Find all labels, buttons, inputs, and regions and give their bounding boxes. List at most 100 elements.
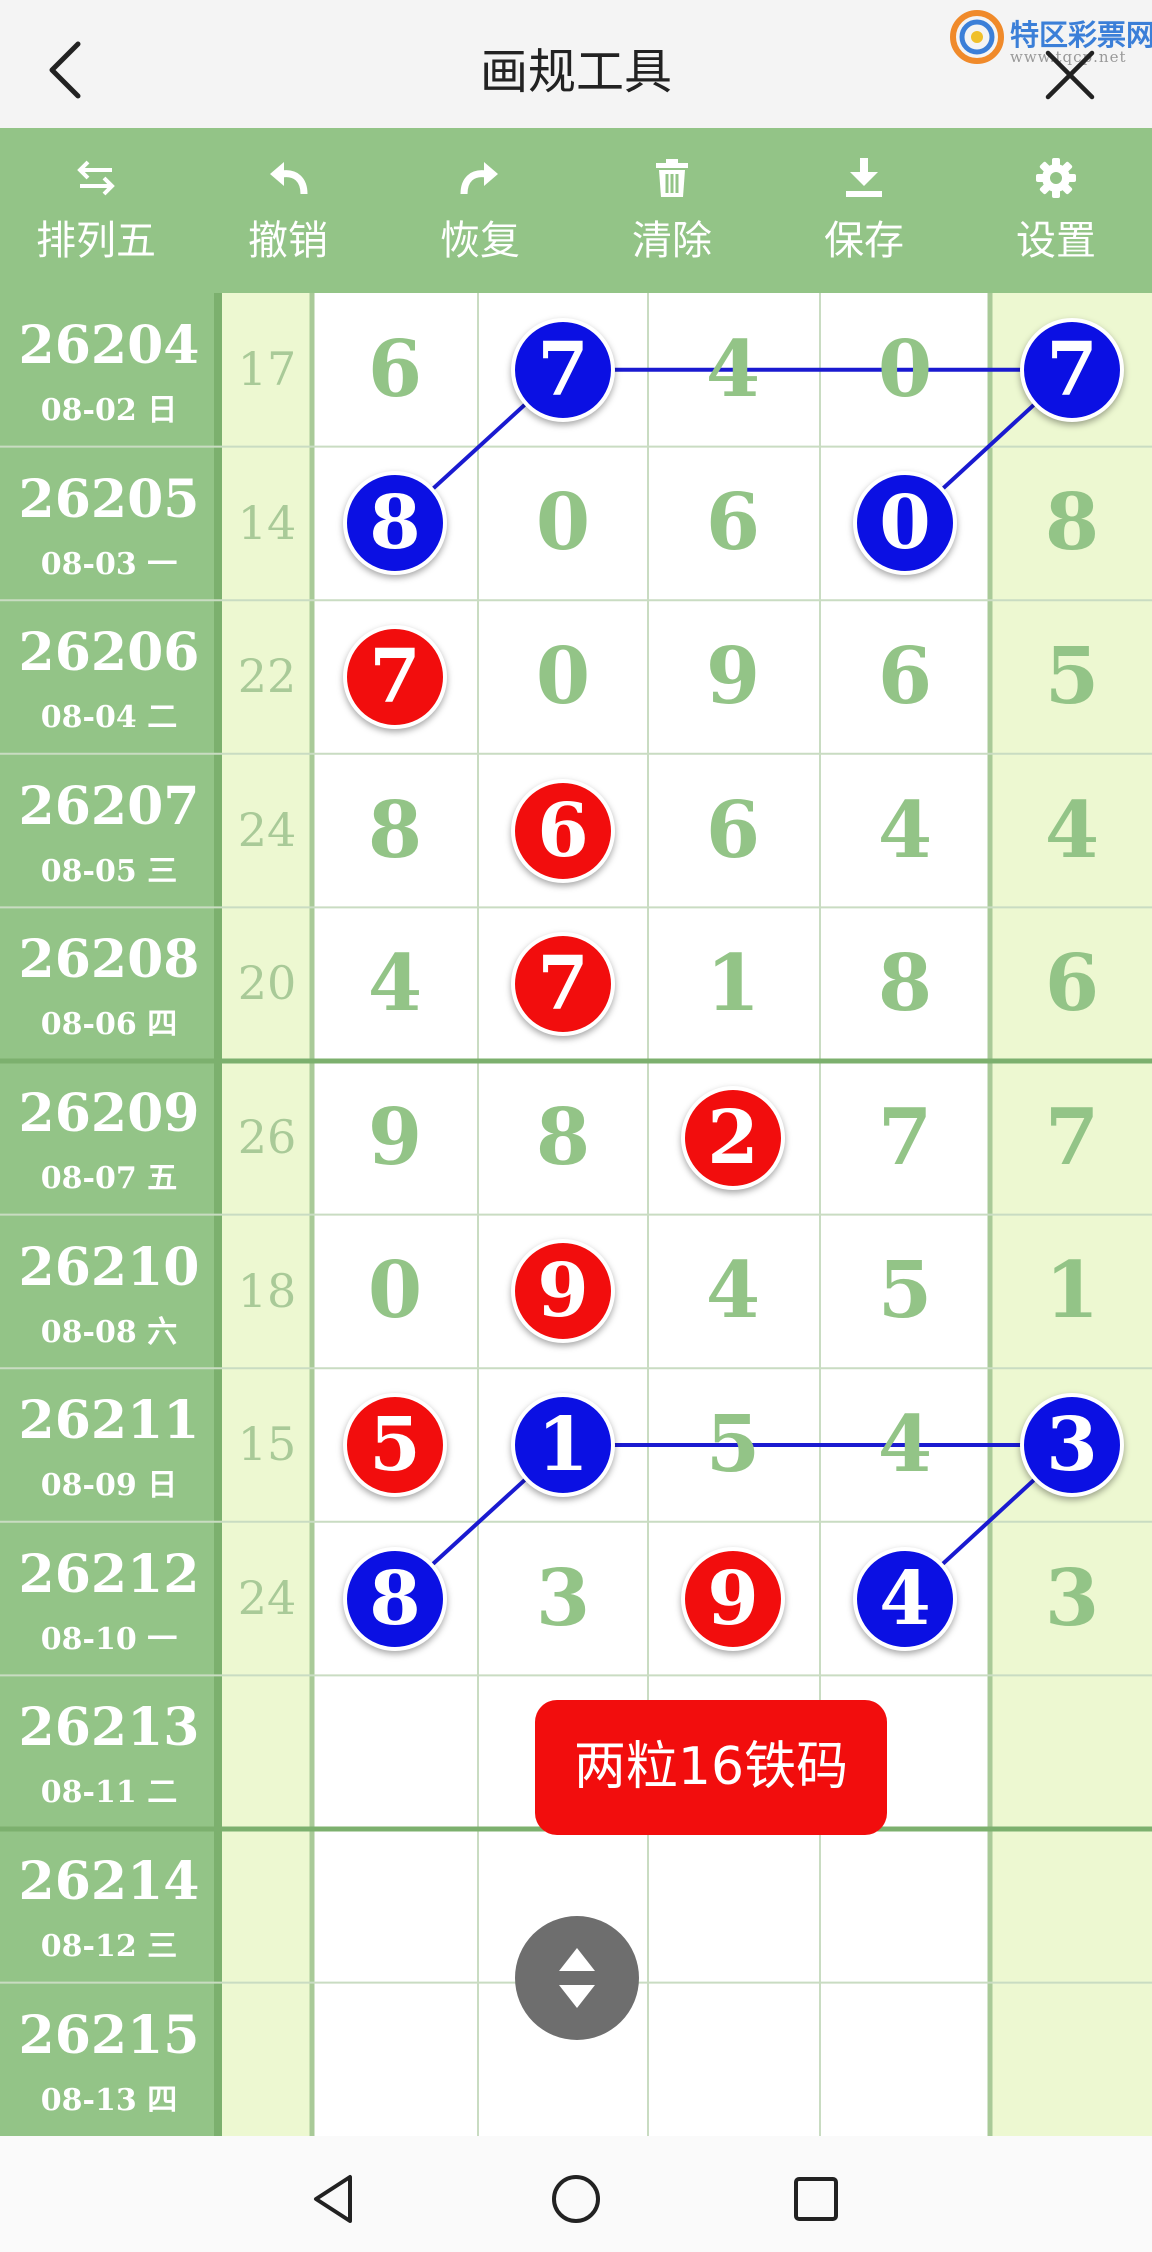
sum-value: 22 — [237, 649, 297, 704]
blue-ball-digit[interactable]: 7 — [511, 317, 615, 422]
system-nav-bar — [0, 2136, 1152, 2252]
digit-cell[interactable]: 0 — [513, 473, 613, 573]
tool-redo-button[interactable]: 恢复 — [384, 128, 576, 293]
issue-date: 08-06 四 — [40, 1007, 178, 1043]
digit-cell[interactable]: 9 — [683, 627, 783, 727]
undo-icon — [270, 162, 308, 195]
tool-sort-button[interactable]: 排列五 — [0, 128, 192, 293]
swap-arrows-icon — [77, 160, 115, 196]
nav-recents-button[interactable] — [786, 2169, 846, 2229]
blue-ball-digit[interactable]: 8 — [343, 471, 447, 576]
tool-label: 保存 — [824, 218, 904, 264]
digit-cell[interactable]: 5 — [855, 1241, 955, 1341]
red-ball-digit[interactable]: 2 — [681, 1085, 785, 1190]
tool-label: 恢复 — [440, 218, 520, 264]
digit-cell[interactable]: 7 — [855, 1088, 955, 1188]
close-button[interactable] — [1040, 45, 1100, 105]
digit-cell[interactable]: 9 — [345, 1088, 445, 1188]
issue-date: 08-05 三 — [40, 853, 178, 889]
red-ball-digit[interactable]: 6 — [511, 778, 615, 883]
blue-ball-digit[interactable]: 8 — [343, 1546, 447, 1651]
trash-icon — [656, 159, 688, 197]
expand-collapse-button[interactable] — [515, 1916, 639, 2040]
digit-cell[interactable]: 4 — [1022, 781, 1122, 881]
digit-cell[interactable]: 4 — [855, 1395, 955, 1495]
number-grid[interactable]: 26204 08-02 日 17 6 7 4 0 7 26205 08-03 一 14 8 0 6 0 8 26… — [0, 293, 1152, 2136]
issue-number: 26214 — [18, 1851, 200, 1912]
nav-back-button[interactable] — [306, 2169, 366, 2229]
issue-cell: 26208 08-06 四 — [0, 907, 218, 1060]
digit-cell[interactable]: 4 — [683, 320, 783, 420]
issue-number: 26209 — [18, 1083, 200, 1144]
digit-cell[interactable]: 8 — [513, 1088, 613, 1188]
issue-date: 08-13 四 — [40, 2082, 178, 2118]
redo-icon — [460, 162, 498, 195]
download-icon — [846, 158, 882, 197]
issue-number: 26204 — [18, 315, 200, 376]
digit-cell[interactable]: 6 — [345, 320, 445, 420]
digit-cell[interactable]: 8 — [855, 934, 955, 1034]
issue-date: 08-04 二 — [40, 700, 178, 736]
red-ball-digit[interactable]: 9 — [511, 1239, 615, 1344]
sum-value: 20 — [237, 956, 297, 1011]
red-ball-digit[interactable]: 7 — [343, 625, 447, 729]
issue-date: 08-02 日 — [40, 393, 178, 428]
issue-date: 08-03 一 — [40, 546, 178, 582]
sum-value: 18 — [237, 1263, 297, 1318]
digit-cell[interactable]: 3 — [1022, 1549, 1122, 1649]
digit-cell[interactable]: 1 — [1022, 1241, 1122, 1341]
tool-save-button[interactable]: 保存 — [768, 128, 960, 293]
blue-ball-digit[interactable]: 7 — [1020, 317, 1124, 422]
issue-cell: 26214 08-12 三 — [0, 1829, 218, 1982]
tool-undo-button[interactable]: 撤销 — [192, 128, 384, 293]
digit-cell[interactable]: 1 — [683, 934, 783, 1034]
digit-cell[interactable]: 0 — [513, 627, 613, 727]
issue-number: 26215 — [18, 2004, 200, 2066]
red-ball-digit[interactable]: 7 — [511, 932, 615, 1037]
issue-date: 08-07 五 — [40, 1161, 178, 1196]
issue-cell: 26207 08-05 三 — [0, 754, 218, 907]
digit-cell[interactable]: 6 — [683, 473, 783, 573]
issue-cell: 26206 08-04 二 — [0, 600, 218, 753]
digit-cell[interactable]: 6 — [855, 627, 955, 727]
digit-cell[interactable]: 6 — [683, 781, 783, 881]
tool-clear-button[interactable]: 清除 — [576, 128, 768, 293]
digit-cell[interactable]: 0 — [345, 1241, 445, 1341]
digit-cell[interactable]: 8 — [1022, 473, 1122, 573]
digit-cell[interactable]: 3 — [513, 1549, 613, 1649]
close-icon — [1045, 50, 1095, 100]
digit-cell[interactable]: 4 — [683, 1241, 783, 1341]
issue-cell: 26215 08-13 四 — [0, 1983, 218, 2136]
nav-home-button[interactable] — [546, 2169, 606, 2229]
issue-number: 26206 — [18, 622, 200, 684]
issue-number: 26211 — [18, 1390, 200, 1452]
nav-home-icon — [552, 2175, 600, 2223]
digit-cell[interactable]: 4 — [345, 934, 445, 1034]
toolbar: 排列五 撤销 恢复 清除 保存 设置 — [0, 128, 1152, 293]
digit-cell[interactable]: 6 — [1022, 934, 1122, 1034]
digit-cell[interactable]: 4 — [855, 781, 955, 881]
digit-cell[interactable]: 0 — [855, 320, 955, 420]
red-ball-digit[interactable]: 5 — [343, 1393, 447, 1497]
digit-cell[interactable]: 5 — [1022, 627, 1122, 727]
red-ball-digit[interactable]: 9 — [681, 1546, 785, 1651]
tool-label: 设置 — [1016, 218, 1096, 264]
tool-label: 撤销 — [248, 218, 328, 264]
blue-ball-digit[interactable]: 3 — [1020, 1393, 1124, 1497]
sum-value: 17 — [237, 342, 297, 396]
issue-date: 08-09 日 — [40, 1468, 178, 1504]
swirl-logo-icon — [950, 10, 1004, 64]
digit-cell[interactable]: 5 — [683, 1395, 783, 1495]
digit-cell[interactable]: 8 — [345, 781, 445, 881]
issue-cell: 26211 08-09 日 — [0, 1368, 218, 1521]
tool-settings-button[interactable]: 设置 — [960, 128, 1152, 293]
tool-label: 清除 — [632, 218, 712, 264]
gear-icon — [1036, 158, 1076, 198]
issue-number: 26212 — [18, 1543, 200, 1605]
blue-ball-digit[interactable]: 0 — [853, 471, 957, 576]
sum-value — [222, 1675, 312, 1828]
digit-cell[interactable]: 7 — [1022, 1088, 1122, 1188]
blue-ball-digit[interactable]: 1 — [511, 1393, 615, 1497]
blue-ball-digit[interactable]: 4 — [853, 1546, 957, 1651]
sum-value: 14 — [237, 495, 297, 550]
